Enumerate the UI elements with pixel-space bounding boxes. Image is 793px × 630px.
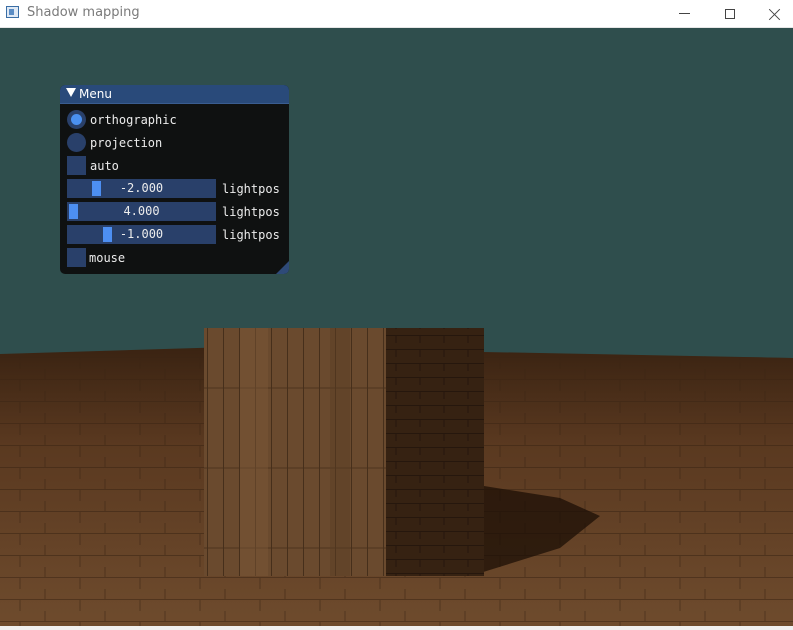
slider-value: 4.000: [123, 204, 160, 218]
lightpos-x-slider[interactable]: -2.000: [67, 179, 216, 198]
maximize-button[interactable]: [707, 0, 753, 27]
minimize-icon: [678, 13, 690, 14]
auto-checkbox[interactable]: [67, 156, 86, 175]
minimize-button[interactable]: [661, 0, 707, 27]
bottom-strip: [0, 626, 793, 630]
collapse-triangle-icon[interactable]: [66, 88, 76, 97]
cube-front-shade: [330, 328, 350, 576]
slider-value: -1.000: [119, 227, 164, 241]
maximize-icon: [725, 8, 735, 19]
lightpos-x-label: lightpos :: [222, 182, 289, 196]
auto-label: auto: [90, 159, 119, 173]
window-title-bar: Shadow mapping: [0, 0, 793, 28]
slider-value: -2.000: [119, 181, 164, 195]
window-title: Shadow mapping: [27, 5, 140, 20]
projection-radio[interactable]: [67, 133, 86, 152]
imgui-menu-window[interactable]: Menu orthographic projection auto -2.000…: [60, 85, 289, 274]
lightpos-y-slider[interactable]: 4.000: [67, 202, 216, 221]
lightpos-z-slider[interactable]: -1.000: [67, 225, 216, 244]
close-button[interactable]: [752, 0, 793, 27]
cube-side-darken: [386, 328, 484, 576]
lightpos-z-label: lightpos :: [222, 228, 289, 242]
lightpos-y-label: lightpos (: [222, 205, 289, 219]
resize-grip-icon[interactable]: [276, 261, 289, 274]
close-icon: [769, 8, 781, 20]
cube-front-highlight: [240, 328, 268, 576]
menu-title: Menu: [79, 87, 112, 101]
orthographic-label: orthographic: [90, 113, 177, 127]
projection-label: projection: [90, 136, 163, 150]
orthographic-radio[interactable]: [67, 110, 86, 129]
app-window-icon: [6, 6, 19, 18]
cube-front-planks: [204, 328, 386, 576]
mouse-label: mouse: [89, 251, 126, 265]
menu-title-bar[interactable]: Menu: [60, 85, 289, 104]
mouse-checkbox[interactable]: [67, 248, 86, 267]
